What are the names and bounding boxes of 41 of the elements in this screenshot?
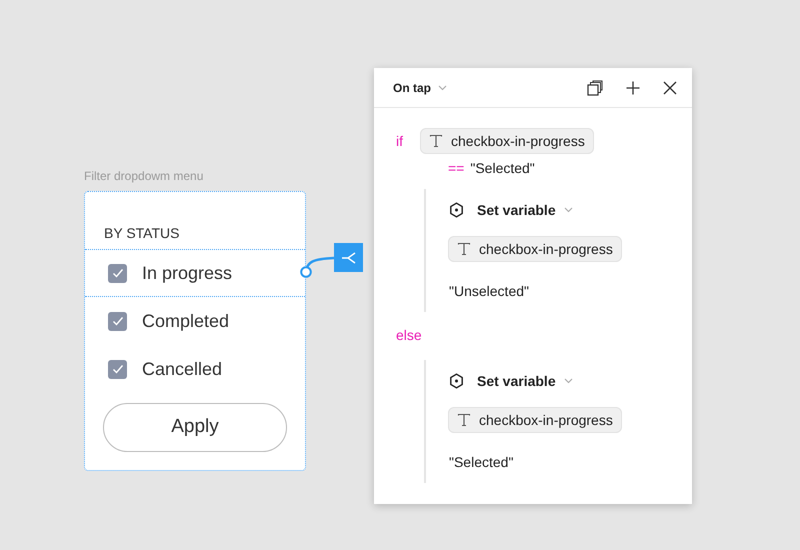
checkbox[interactable] — [108, 360, 127, 378]
value-text: "Unselected" — [449, 282, 530, 301]
dropdown-frame[interactable]: BY STATUS In progress Completed Cancelled Apply — [84, 191, 306, 471]
checkbox-option[interactable]: Completed — [85, 297, 305, 345]
check-icon — [112, 268, 124, 278]
apply-button[interactable]: Apply — [103, 403, 287, 452]
interaction-badge[interactable] — [334, 243, 363, 272]
chevron-down-icon — [564, 207, 573, 213]
action-dropdown[interactable]: Set variable — [477, 200, 573, 220]
checkbox-option[interactable]: Cancelled — [85, 345, 305, 393]
chevron-down-icon — [564, 378, 573, 384]
hexagon-icon — [449, 373, 464, 389]
text-icon — [429, 134, 443, 148]
option-label: Completed — [142, 310, 230, 333]
value-text: "Selected" — [470, 158, 535, 178]
variable-chip[interactable]: checkbox-in-progress — [448, 407, 622, 433]
checkbox[interactable] — [108, 264, 127, 282]
operator-text: == — [448, 158, 464, 178]
keyword-text: if — [396, 132, 404, 150]
check-icon — [112, 364, 124, 374]
text-icon — [457, 413, 471, 427]
duplicate-icon[interactable] — [587, 80, 603, 96]
hexagon-icon — [449, 202, 464, 218]
section-heading: BY STATUS — [104, 224, 180, 243]
variable-chip[interactable]: checkbox-in-progress — [448, 236, 622, 262]
option-label: Cancelled — [142, 358, 222, 380]
plus-icon[interactable] — [626, 80, 640, 94]
checkbox-option[interactable]: In progress — [85, 249, 305, 297]
check-icon — [112, 316, 124, 326]
variable-chip[interactable]: checkbox-in-progress — [420, 128, 594, 154]
keyword-text: else — [396, 326, 420, 344]
branch-icon — [340, 252, 356, 264]
value-text: "Selected" — [449, 453, 514, 472]
checkbox[interactable] — [108, 312, 127, 330]
option-label: In progress — [142, 262, 232, 285]
close-icon[interactable] — [663, 80, 677, 94]
action-dropdown[interactable]: Set variable — [477, 370, 573, 392]
trigger-dropdown[interactable]: On tap — [393, 78, 447, 96]
text-icon — [457, 242, 471, 256]
chevron-down-icon — [438, 84, 447, 90]
frame-label: Filter dropdowm menu — [84, 168, 204, 185]
